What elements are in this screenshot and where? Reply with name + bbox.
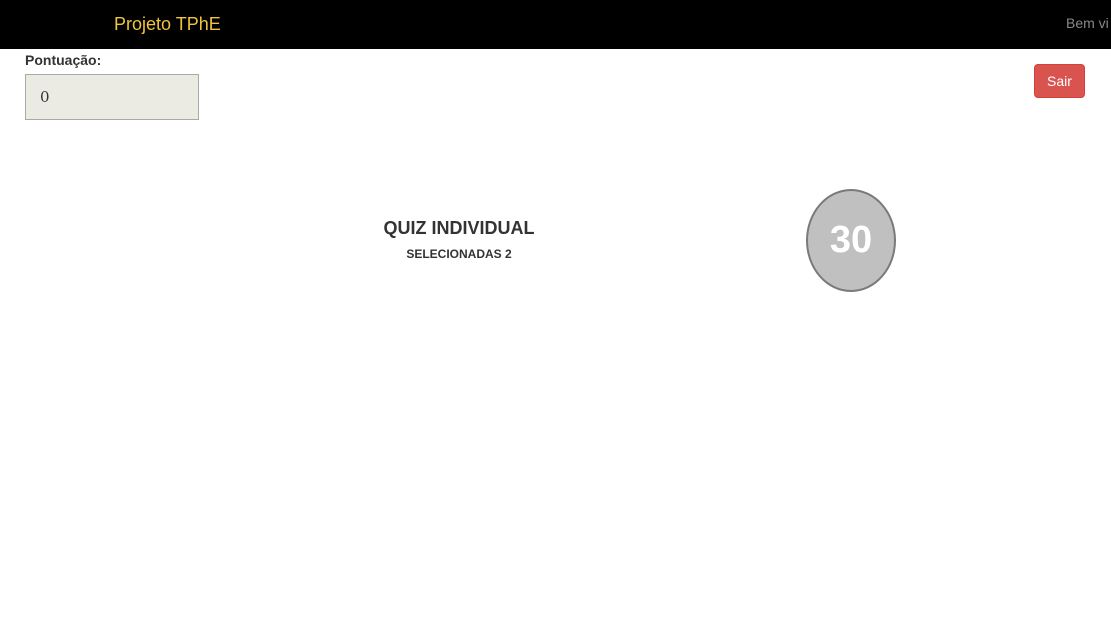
score-label: Pontuação: — [25, 52, 102, 68]
score-field — [25, 74, 199, 120]
top-navbar: Projeto TPhE Bem vi — [0, 0, 1111, 49]
quiz-title: QUIZ INDIVIDUAL — [383, 218, 535, 238]
selected-count: SELECIONADAS 2 — [406, 247, 512, 261]
brand-link[interactable]: Projeto TPhE — [114, 13, 221, 35]
welcome-text: Bem vi — [1066, 15, 1109, 31]
logout-button[interactable]: Sair — [1034, 64, 1085, 98]
countdown-timer: 30 — [806, 189, 896, 292]
